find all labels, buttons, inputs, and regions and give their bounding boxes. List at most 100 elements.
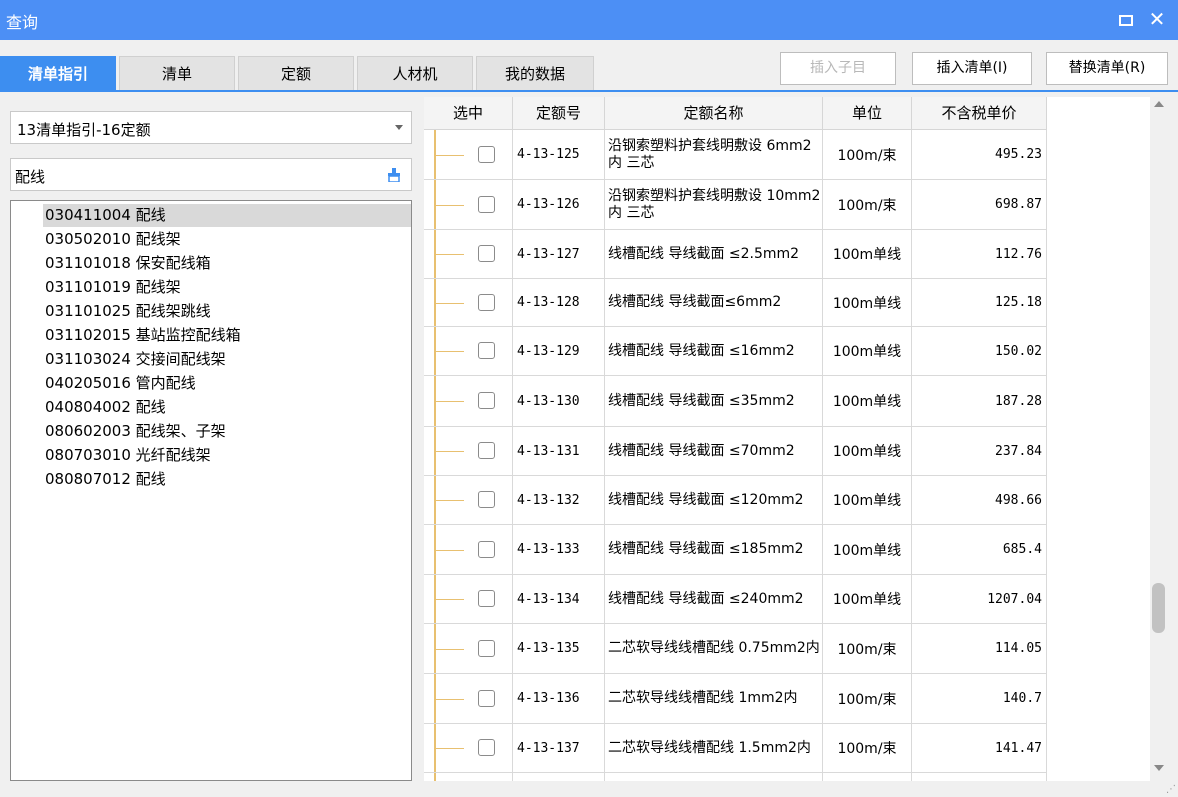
- tree-item[interactable]: 031102015 基站监控配线箱: [45, 324, 241, 347]
- select-cell[interactable]: [424, 624, 513, 673]
- row-checkbox[interactable]: [478, 442, 495, 459]
- tree-connector: [434, 748, 464, 749]
- header-quota-name[interactable]: 定额名称: [605, 97, 823, 130]
- row-checkbox[interactable]: [478, 195, 495, 213]
- row-checkbox[interactable]: [478, 739, 495, 756]
- table-row[interactable]: 4-13-125 沿钢索塑料护套线明敷设 6mm2内 三芯 100m/束 495.23: [424, 130, 1047, 180]
- table-row[interactable]: 4-13-138二芯软导线线槽配线: [424, 773, 1047, 781]
- tree-item[interactable]: 080602003 配线架、子架: [45, 420, 226, 443]
- quota-code-cell: 4-13-129: [513, 327, 605, 375]
- tab-my-data[interactable]: 我的数据: [476, 56, 594, 90]
- table-row[interactable]: 4-13-136 二芯软导线线槽配线 1mm2内 100m/束 140.7: [424, 674, 1047, 724]
- select-cell[interactable]: [424, 327, 513, 375]
- header-price[interactable]: 不含税单价: [912, 97, 1047, 130]
- row-checkbox[interactable]: [478, 540, 495, 558]
- search-input[interactable]: [13, 164, 377, 188]
- table-row[interactable]: 4-13-128 线槽配线 导线截面≤6mm2 100m单线 125.18: [424, 279, 1047, 327]
- header-unit[interactable]: 单位: [823, 97, 912, 130]
- price-cell: 498.66: [912, 476, 1047, 524]
- tab-list[interactable]: 清单: [119, 56, 235, 90]
- clear-brush-icon[interactable]: [387, 168, 401, 182]
- table-row[interactable]: 4-13-134 线槽配线 导线截面 ≤240mm2 100m单线 1207.04: [424, 575, 1047, 624]
- tree-item[interactable]: 030502010 配线架: [45, 228, 181, 251]
- tree-connector: [434, 154, 464, 156]
- chevron-down-icon[interactable]: [395, 125, 403, 130]
- tree-item[interactable]: 040804002 配线: [45, 396, 166, 419]
- scroll-down-icon[interactable]: [1154, 765, 1164, 771]
- row-checkbox[interactable]: [478, 392, 495, 409]
- quota-grid[interactable]: 选中 定额号 定额名称 单位 不含税单价 4-13-125 沿钢索塑料护套线明敷设…: [424, 97, 1154, 781]
- tree-connector: [434, 302, 464, 304]
- select-cell[interactable]: [424, 476, 513, 524]
- table-row[interactable]: 4-13-130 线槽配线 导线截面 ≤35mm2 100m单线 187.28: [424, 376, 1047, 427]
- vertical-scrollbar[interactable]: [1150, 97, 1168, 781]
- row-checkbox[interactable]: [478, 491, 495, 508]
- select-cell[interactable]: [424, 230, 513, 278]
- tree-item[interactable]: 030411004 配线: [43, 204, 411, 227]
- tree-item[interactable]: 031103024 交接间配线架: [45, 348, 226, 371]
- table-row[interactable]: 4-13-133 线槽配线 导线截面 ≤185mm2 100m单线 685.4: [424, 525, 1047, 575]
- list-tree[interactable]: 030411004 配线 030502010 配线架 031101018 保安配…: [10, 200, 412, 781]
- scrollbar-thumb[interactable]: [1152, 583, 1165, 633]
- select-cell[interactable]: [424, 575, 513, 623]
- guide-library-value: 13清单指引-16定额: [17, 121, 151, 139]
- header-quota-code[interactable]: 定额号: [513, 97, 605, 130]
- tree-item[interactable]: 080703010 光纤配线架: [45, 444, 211, 467]
- tree-connector: [434, 254, 464, 255]
- price-cell: 495.23: [912, 130, 1047, 179]
- insert-child-button[interactable]: 插入子目: [780, 52, 896, 85]
- quota-code-cell: 4-13-138: [513, 773, 605, 781]
- guide-library-select[interactable]: 13清单指引-16定额: [10, 111, 412, 144]
- tree-item[interactable]: 031101025 配线架跳线: [45, 300, 211, 323]
- table-row[interactable]: 4-13-131 线槽配线 导线截面 ≤70mm2 100m单线 237.84: [424, 427, 1047, 476]
- row-checkbox[interactable]: [478, 689, 495, 707]
- table-row[interactable]: 4-13-132 线槽配线 导线截面 ≤120mm2 100m单线 498.66: [424, 476, 1047, 525]
- tree-item[interactable]: 031101019 配线架: [45, 276, 181, 299]
- price-cell: 187.28: [912, 376, 1047, 426]
- row-checkbox[interactable]: [478, 342, 495, 359]
- select-cell[interactable]: [424, 773, 513, 781]
- row-checkbox[interactable]: [478, 245, 495, 262]
- header-select[interactable]: 选中: [424, 97, 513, 130]
- row-checkbox[interactable]: [478, 145, 495, 163]
- select-cell[interactable]: [424, 376, 513, 426]
- tree-item[interactable]: 080807012 配线: [45, 468, 166, 491]
- price-cell: 114.05: [912, 624, 1047, 673]
- quota-code-cell: 4-13-134: [513, 575, 605, 623]
- maximize-icon[interactable]: [1114, 8, 1136, 30]
- table-row[interactable]: 4-13-135 二芯软导线线槽配线 0.75mm2内 100m/束 114.05: [424, 624, 1047, 674]
- quota-name-cell: 沿钢索塑料护套线明敷设 10mm2内 三芯: [605, 180, 823, 229]
- tab-labor-material-machine[interactable]: 人材机: [357, 56, 473, 90]
- row-checkbox[interactable]: [478, 590, 495, 607]
- select-cell[interactable]: [424, 427, 513, 475]
- select-cell[interactable]: [424, 724, 513, 772]
- insert-list-button[interactable]: 插入清单(I): [912, 52, 1032, 85]
- table-row[interactable]: 4-13-127 线槽配线 导线截面 ≤2.5mm2 100m单线 112.76: [424, 230, 1047, 279]
- table-row[interactable]: 4-13-137 二芯软导线线槽配线 1.5mm2内 100m/束 141.47: [424, 724, 1047, 773]
- search-box[interactable]: [10, 158, 412, 191]
- row-checkbox[interactable]: [478, 639, 495, 657]
- table-row[interactable]: 4-13-129 线槽配线 导线截面 ≤16mm2 100m单线 150.02: [424, 327, 1047, 376]
- select-cell[interactable]: [424, 180, 513, 229]
- scroll-up-icon[interactable]: [1154, 101, 1164, 107]
- tab-list-guide[interactable]: 清单指引: [0, 56, 116, 90]
- quota-code-cell: 4-13-131: [513, 427, 605, 475]
- unit-cell: 100m单线: [823, 575, 912, 623]
- table-row[interactable]: 4-13-126 沿钢索塑料护套线明敷设 10mm2内 三芯 100m/束 698.8…: [424, 180, 1047, 230]
- quota-code-cell: 4-13-126: [513, 180, 605, 229]
- close-icon[interactable]: ✕: [1146, 8, 1168, 30]
- resize-grip-icon[interactable]: ⋰: [1166, 785, 1176, 795]
- row-checkbox[interactable]: [478, 293, 495, 311]
- quota-code-cell: 4-13-136: [513, 674, 605, 723]
- quota-name-cell: 线槽配线 导线截面 ≤240mm2: [605, 575, 823, 623]
- select-cell[interactable]: [424, 674, 513, 723]
- quota-code-cell: 4-13-133: [513, 525, 605, 574]
- replace-list-button[interactable]: 替换清单(R): [1046, 52, 1168, 85]
- select-cell[interactable]: [424, 525, 513, 574]
- select-cell[interactable]: [424, 279, 513, 326]
- tree-item[interactable]: 040205016 管内配线: [45, 372, 196, 395]
- tree-item[interactable]: 031101018 保安配线箱: [45, 252, 211, 275]
- tab-quota[interactable]: 定额: [238, 56, 354, 90]
- quota-name-cell: 二芯软导线线槽配线 0.75mm2内: [605, 624, 823, 673]
- select-cell[interactable]: [424, 130, 513, 179]
